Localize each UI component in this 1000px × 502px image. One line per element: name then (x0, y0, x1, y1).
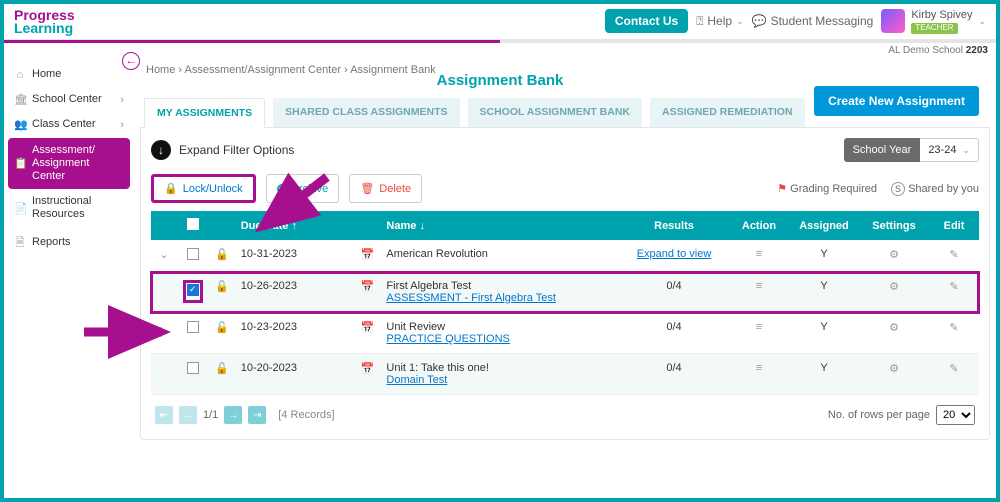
unlock-icon: 🔓 (215, 281, 229, 293)
flag-icon: ⚑ (777, 183, 787, 195)
nav-icon: 🗎 (14, 234, 26, 253)
expand-icon: ↓ (151, 140, 171, 160)
breadcrumb: Home › Assessment/Assignment Center › As… (146, 64, 436, 76)
legend: ⚑ Grading Required S Shared by you (777, 182, 979, 196)
table-row: ⌄🔓10-31-2023📅American RevolutionExpand t… (151, 240, 979, 272)
edit-icon[interactable]: ✎ (949, 281, 958, 293)
school-context: AL Demo School 2203 (4, 43, 996, 56)
page-next-button[interactable]: → (224, 406, 242, 424)
main-content: Home › Assessment/Assignment Center › As… (134, 56, 996, 496)
assignments-table: Due Date ↑ Name ↓ Results Action Assigne… (151, 211, 979, 395)
calendar-icon[interactable]: 📅 (361, 363, 375, 375)
sidebar-item-class-center[interactable]: 👥Class Center (4, 112, 134, 137)
nav-icon: 📄 (14, 202, 26, 215)
topbar: Progress Learning Contact Us ⍰ Help ⌄ 💬 … (4, 4, 996, 40)
edit-icon[interactable]: ✎ (949, 322, 958, 334)
expand-results-link[interactable]: Expand to view (637, 248, 712, 260)
rows-per-page-select[interactable]: 20 (936, 405, 975, 425)
assignment-link[interactable]: PRACTICE QUESTIONS (386, 333, 509, 345)
panel: Create New Assignment ↓ Expand Filter Op… (140, 128, 990, 440)
sidebar: ← ⌂Home🏛School Center👥Class Center📋Asses… (4, 56, 134, 496)
trash-icon: 🗑 (360, 182, 374, 195)
school-year-select[interactable]: School Year 23-24⌄ (844, 138, 979, 162)
unlock-icon: 🔓 (215, 363, 229, 375)
table-row: 🔓10-20-2023📅Unit 1: Take this one!Domain… (151, 354, 979, 395)
assignment-link[interactable]: ASSESSMENT - First Algebra Test (386, 292, 556, 304)
chevron-down-icon: ⌄ (736, 16, 744, 27)
action-menu-icon[interactable]: ≡ (756, 280, 762, 292)
collapse-sidebar-button[interactable]: ← (122, 52, 140, 70)
action-menu-icon[interactable]: ≡ (756, 362, 762, 374)
student-messaging-link[interactable]: 💬 Student Messaging (752, 14, 874, 28)
sidebar-item-home[interactable]: ⌂Home (4, 62, 134, 87)
tab-shared-class-assignments[interactable]: SHARED CLASS ASSIGNMENTS (273, 98, 459, 127)
row-checkbox[interactable] (187, 248, 199, 260)
select-all-checkbox[interactable] (187, 218, 199, 230)
action-menu-icon[interactable]: ≡ (756, 321, 762, 333)
archive-icon (277, 184, 287, 194)
sidebar-item-instructional-resources[interactable]: 📄Instructional Resources (4, 189, 134, 227)
tab-assigned-remediation[interactable]: ASSIGNED REMEDIATION (650, 98, 804, 127)
settings-icon[interactable]: ⚙ (889, 281, 899, 293)
sidebar-item-school-center[interactable]: 🏛School Center (4, 87, 134, 112)
nav-icon: 📋 (14, 157, 26, 170)
brand-logo: Progress Learning (14, 7, 75, 36)
sidebar-item-reports[interactable]: 🗎Reports (4, 228, 134, 259)
create-assignment-button[interactable]: Create New Assignment (814, 86, 979, 116)
calendar-icon[interactable]: 📅 (361, 249, 375, 261)
role-badge: TEACHER (911, 23, 957, 34)
page-last-button[interactable]: ⇥ (248, 406, 266, 424)
sort-asc-icon[interactable]: ↑ (291, 220, 297, 232)
calendar-icon[interactable]: 📅 (361, 281, 375, 293)
sort-desc-icon[interactable]: ↓ (419, 220, 425, 232)
assignment-link[interactable]: Domain Test (386, 374, 447, 386)
chat-icon: 💬 (752, 14, 767, 28)
lock-icon: 🔒 (164, 182, 178, 195)
edit-icon[interactable]: ✎ (949, 249, 958, 261)
chevron-down-icon: ⌄ (962, 145, 970, 156)
shared-icon: S (891, 182, 905, 196)
unlock-icon: 🔓 (215, 322, 229, 334)
chevron-down-icon: ⌄ (978, 16, 986, 27)
contact-us-button[interactable]: Contact Us (605, 9, 688, 33)
tab-school-assignment-bank[interactable]: SCHOOL ASSIGNMENT BANK (468, 98, 643, 127)
unlock-icon: 🔓 (215, 249, 229, 261)
row-checkbox[interactable] (187, 362, 199, 374)
settings-icon[interactable]: ⚙ (889, 249, 899, 261)
row-checkbox[interactable] (187, 284, 199, 296)
page-prev-button[interactable]: ← (179, 406, 197, 424)
page-indicator: 1/1 (203, 409, 218, 421)
brand-word-2: Learning (14, 20, 75, 36)
nav-icon: 🏛 (14, 93, 26, 106)
edit-icon[interactable]: ✎ (949, 363, 958, 375)
sidebar-item-assessment-assignment-center[interactable]: 📋Assessment/ Assignment Center (8, 138, 130, 190)
settings-icon[interactable]: ⚙ (889, 363, 899, 375)
tab-my-assignments[interactable]: MY ASSIGNMENTS (144, 98, 265, 128)
avatar (881, 9, 905, 33)
page-first-button[interactable]: ⇤ (155, 406, 173, 424)
help-menu[interactable]: ⍰ Help ⌄ (696, 14, 743, 29)
expand-filter-toggle[interactable]: ↓ Expand Filter Options (151, 140, 294, 160)
lock-unlock-button[interactable]: 🔒 Lock/Unlock (151, 174, 256, 203)
page-title: Assignment Bank (437, 72, 564, 89)
record-count: [4 Records] (278, 409, 334, 421)
table-row: 🔓10-26-2023📅First Algebra TestASSESSMENT… (151, 272, 979, 313)
calendar-icon[interactable]: 📅 (361, 322, 375, 334)
action-menu-icon[interactable]: ≡ (756, 248, 762, 260)
nav-icon: 👥 (14, 118, 26, 131)
help-icon: ⍰ (696, 14, 703, 29)
breadcrumb-current: Assignment Bank (350, 64, 436, 76)
archive-button[interactable]: Archive (266, 174, 340, 203)
breadcrumb-home[interactable]: Home (146, 64, 175, 76)
user-menu[interactable]: Kirby Spivey TEACHER ⌄ (881, 9, 986, 34)
nav-icon: ⌂ (14, 69, 26, 81)
chevron-down-icon[interactable]: ⌄ (159, 249, 168, 261)
settings-icon[interactable]: ⚙ (889, 322, 899, 334)
row-checkbox[interactable] (187, 321, 199, 333)
breadcrumb-center[interactable]: Assessment/Assignment Center (185, 64, 342, 76)
delete-button[interactable]: 🗑 Delete (349, 174, 422, 203)
table-row: 🔓10-23-2023📅Unit ReviewPRACTICE QUESTION… (151, 313, 979, 354)
